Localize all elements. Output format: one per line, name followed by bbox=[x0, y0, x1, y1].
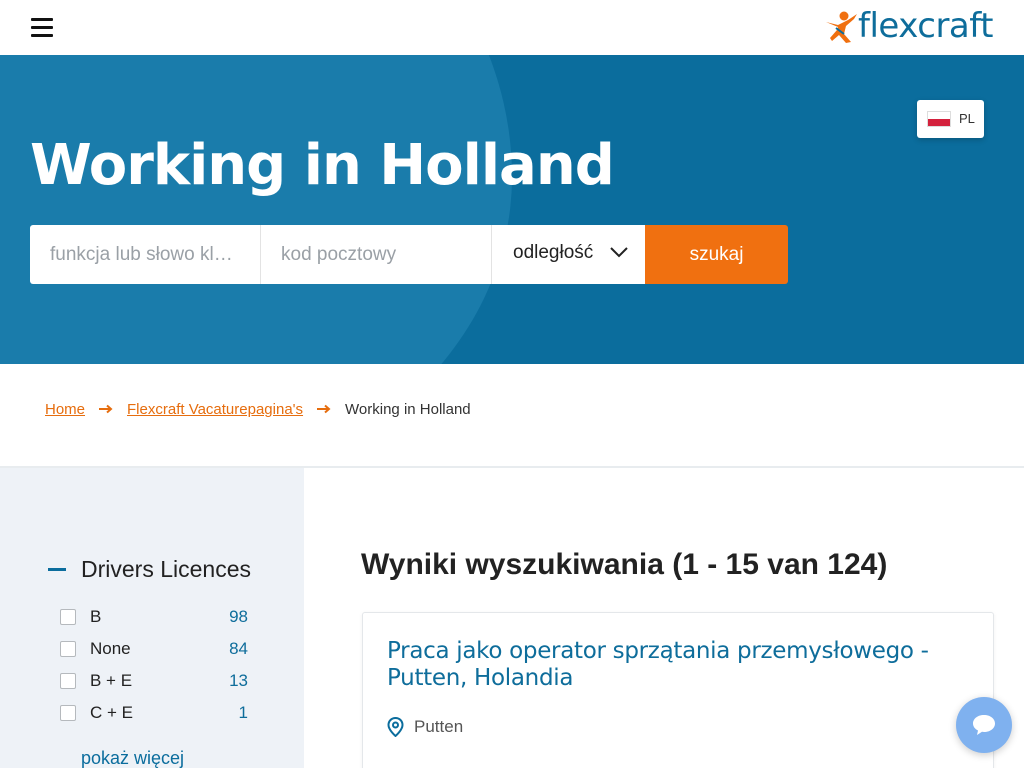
show-more-link[interactable]: pokaż więcej bbox=[81, 748, 184, 768]
filter-option[interactable]: None 84 bbox=[60, 637, 250, 659]
arrow-right-icon bbox=[317, 404, 331, 414]
filter-option[interactable]: B 98 bbox=[60, 605, 250, 627]
filter-option-count: 84 bbox=[229, 639, 248, 658]
filter-option-label: C + E bbox=[90, 703, 133, 722]
arrow-right-icon bbox=[99, 404, 113, 414]
filter-checkbox[interactable] bbox=[60, 673, 76, 689]
breadcrumb-current: Working in Holland bbox=[345, 400, 471, 418]
logo-figure-icon bbox=[826, 11, 857, 43]
collapse-icon bbox=[48, 568, 66, 571]
job-location-text: Putten bbox=[414, 717, 464, 736]
filter-option[interactable]: C + E 1 bbox=[60, 701, 250, 723]
page-title: Working in Holland bbox=[30, 133, 615, 198]
chevron-down-icon bbox=[610, 247, 628, 258]
filter-option-count: 98 bbox=[229, 607, 248, 626]
hamburger-icon[interactable] bbox=[31, 17, 53, 37]
job-title-link[interactable]: Praca jako operator sprzątania przemysło… bbox=[387, 638, 977, 692]
filter-checkbox[interactable] bbox=[60, 609, 76, 625]
filter-option-count: 13 bbox=[229, 671, 248, 690]
job-location: Putten bbox=[387, 717, 463, 737]
language-code: PL bbox=[959, 111, 975, 126]
results-heading: Wyniki wyszukiwania (1 - 15 van 124) bbox=[361, 548, 888, 581]
hero-banner: Working in Holland PL odległość szukaj bbox=[0, 55, 1024, 364]
filter-checkbox[interactable] bbox=[60, 641, 76, 657]
top-bar: flexcraft bbox=[0, 0, 1024, 55]
language-switcher[interactable]: PL bbox=[917, 100, 984, 138]
filter-group-title: Drivers Licences bbox=[81, 556, 251, 582]
filter-option-count: 1 bbox=[238, 703, 248, 722]
filter-sidebar: Drivers Licences B 98 None 84 B + E 13 C… bbox=[0, 468, 304, 768]
postal-field bbox=[261, 225, 492, 284]
hero-decoration bbox=[0, 55, 512, 364]
keyword-input[interactable] bbox=[30, 225, 260, 284]
postal-code-input[interactable] bbox=[261, 225, 491, 284]
chat-button[interactable] bbox=[956, 697, 1012, 753]
filter-option-label: B bbox=[90, 607, 102, 626]
chat-bubble-icon bbox=[973, 715, 995, 735]
flexcraft-logo[interactable]: flexcraft bbox=[824, 6, 996, 48]
distance-select[interactable]: odległość bbox=[492, 225, 645, 284]
filter-option-label: B + E bbox=[90, 671, 133, 690]
distance-value: odległość bbox=[513, 242, 594, 263]
filter-group-toggle[interactable]: Drivers Licences bbox=[48, 556, 251, 583]
location-pin-icon bbox=[387, 717, 404, 737]
poland-flag-icon bbox=[927, 111, 951, 127]
logo-text: flexcraft bbox=[858, 6, 993, 46]
breadcrumb-vacatures-link[interactable]: Flexcraft Vacaturepagina's bbox=[127, 401, 303, 418]
filter-option-label: None bbox=[90, 639, 131, 658]
filter-option[interactable]: B + E 13 bbox=[60, 669, 250, 691]
breadcrumb: Home Flexcraft Vacaturepagina's Working … bbox=[45, 398, 471, 420]
job-card: Praca jako operator sprzątania przemysło… bbox=[362, 612, 994, 768]
keyword-field bbox=[30, 225, 261, 284]
search-button[interactable]: szukaj bbox=[645, 225, 788, 284]
breadcrumb-home-link[interactable]: Home bbox=[45, 401, 85, 418]
filter-checkbox[interactable] bbox=[60, 705, 76, 721]
